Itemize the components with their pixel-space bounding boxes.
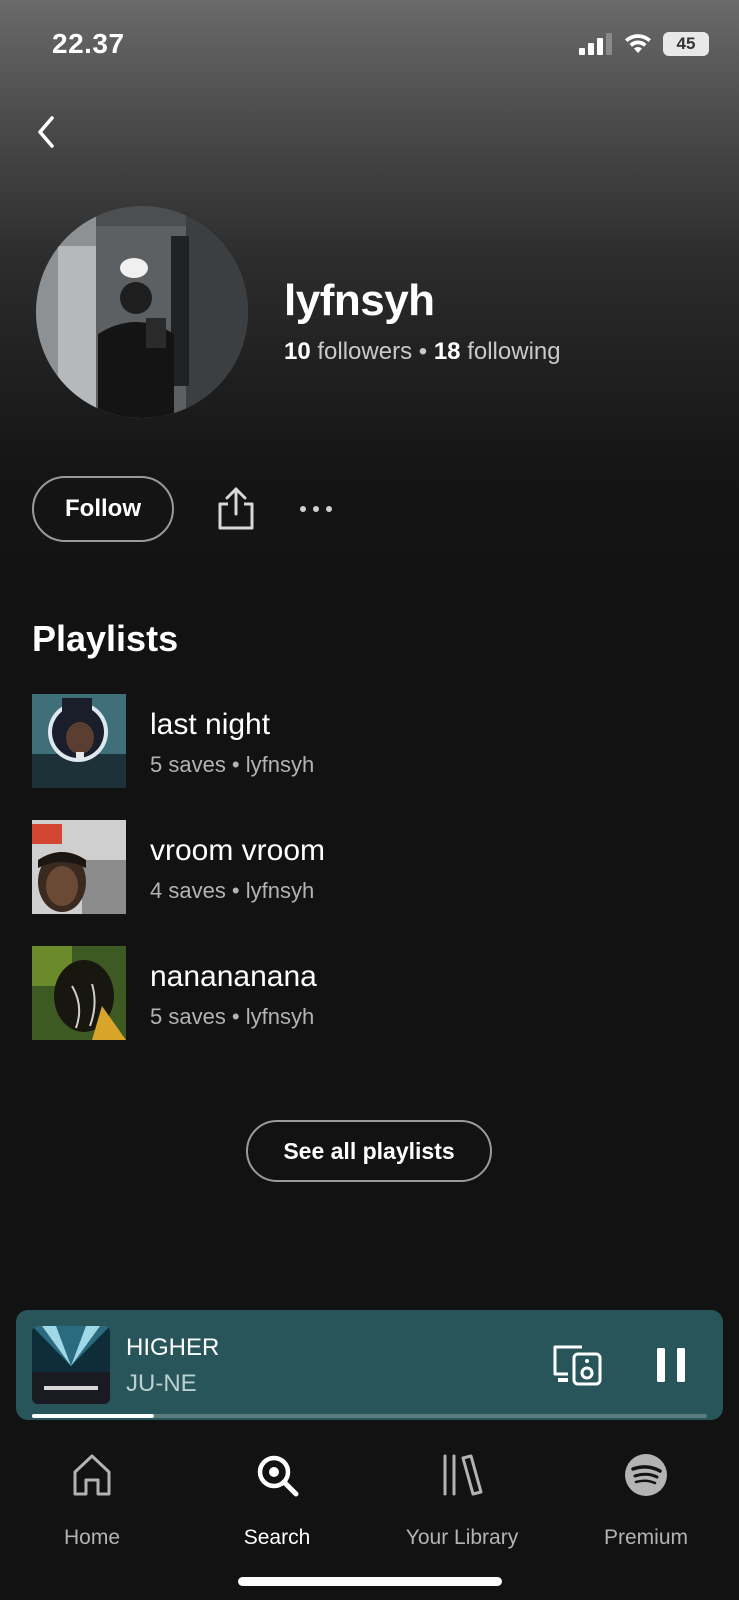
now-playing-cover — [32, 1326, 110, 1404]
now-playing-title: HIGHER — [126, 1334, 220, 1361]
playlist-title: nanananana — [150, 960, 317, 993]
playlist-cover — [32, 694, 126, 788]
playlist-item[interactable]: last night 5 saves • lyfnsyh — [32, 694, 692, 790]
follow-button[interactable]: Follow — [32, 476, 174, 542]
bottom-nav: Home Search Your Library Premium — [0, 1430, 739, 1600]
dot — [300, 506, 306, 512]
nav-premium[interactable]: Premium — [566, 1450, 726, 1560]
playlist-cover — [32, 820, 126, 914]
share-button[interactable] — [214, 484, 258, 532]
status-bar: 22.37 45 — [0, 0, 739, 90]
status-time: 22.37 — [52, 28, 125, 59]
following-label[interactable]: following — [467, 338, 560, 365]
back-button[interactable] — [30, 112, 64, 152]
nav-label-premium: Premium — [603, 1526, 688, 1549]
spotify-icon — [625, 1454, 667, 1496]
wifi-icon — [625, 34, 651, 53]
pause-button[interactable] — [654, 1346, 688, 1384]
playlist-meta: 5 saves • lyfnsyh — [150, 1004, 315, 1029]
nav-label-home: Home — [63, 1526, 121, 1549]
status-icons: 45 — [579, 32, 709, 56]
playlist-item[interactable]: nanananana 5 saves • lyfnsyh — [32, 946, 692, 1042]
followers-label[interactable]: followers — [317, 338, 412, 365]
playlist-meta: 5 saves • lyfnsyh — [150, 752, 315, 777]
signal-icon — [579, 33, 612, 55]
dot — [326, 506, 332, 512]
more-options-button[interactable] — [300, 494, 348, 524]
search-icon — [257, 1455, 299, 1497]
see-all-playlists-button[interactable]: See all playlists — [246, 1120, 492, 1182]
playlist-cover — [32, 946, 126, 1040]
followers-count[interactable]: 10 — [284, 338, 311, 365]
nav-label-search: Search — [243, 1526, 311, 1549]
mini-player[interactable]: HIGHER JU-NE — [16, 1310, 723, 1420]
playlist-item[interactable]: vroom vroom 4 saves • lyfnsyh — [32, 820, 692, 916]
stats-separator: • — [418, 338, 428, 365]
nav-home[interactable]: Home — [12, 1450, 172, 1560]
profile-avatar — [36, 206, 248, 418]
playlist-meta: 4 saves • lyfnsyh — [150, 878, 315, 903]
playlist-title: last night — [150, 708, 271, 741]
home-indicator[interactable] — [238, 1577, 502, 1586]
playlist-title: vroom vroom — [150, 834, 326, 867]
library-icon — [443, 1454, 483, 1496]
battery-level: 45 — [676, 34, 696, 53]
battery-icon: 45 — [663, 32, 709, 56]
connect-device-icon[interactable] — [552, 1344, 604, 1386]
playback-progress-fill — [32, 1414, 154, 1418]
following-count[interactable]: 18 — [434, 338, 461, 365]
home-icon — [73, 1454, 111, 1496]
nav-search[interactable]: Search — [197, 1450, 357, 1560]
nav-label-library: Your Library — [405, 1526, 519, 1549]
playlists-heading: Playlists — [32, 618, 179, 659]
profile-stats: 10 followers • 18 following — [284, 338, 561, 366]
dot — [313, 506, 319, 512]
now-playing-artist: JU-NE — [126, 1370, 197, 1397]
avatar-image — [36, 206, 248, 418]
profile-name: lyfnsyh — [284, 276, 435, 325]
nav-library[interactable]: Your Library — [382, 1450, 542, 1560]
